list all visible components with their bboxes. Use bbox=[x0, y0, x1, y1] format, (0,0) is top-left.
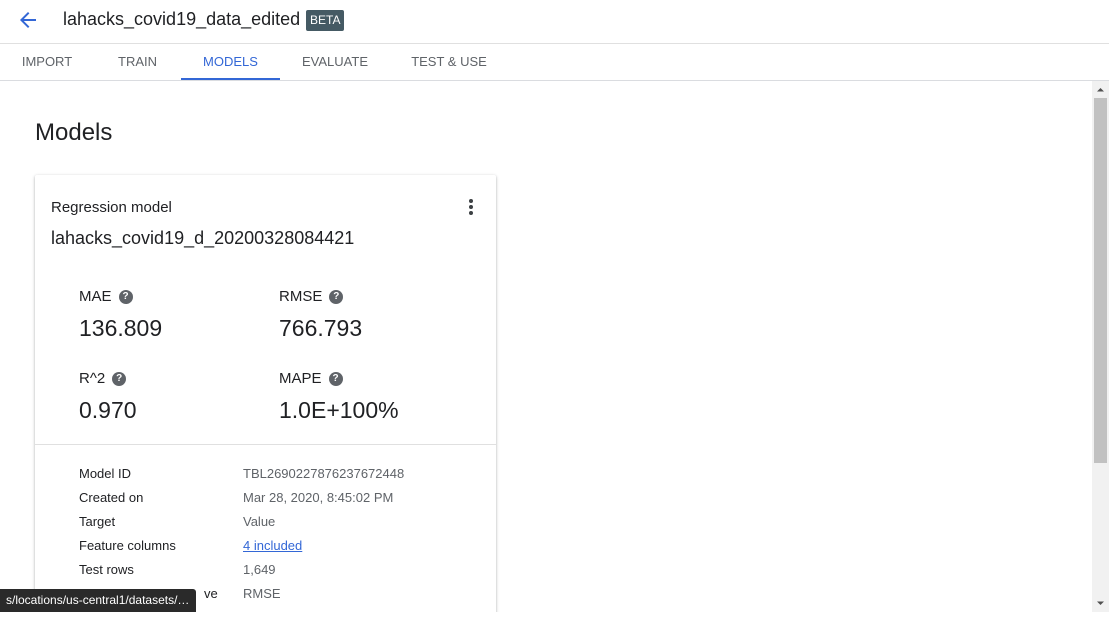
detail-label: Model ID bbox=[79, 466, 132, 481]
detail-label: Test rows bbox=[79, 562, 134, 577]
tab-import[interactable]: IMPORT bbox=[0, 44, 94, 80]
feature-columns-link[interactable]: 4 included bbox=[243, 538, 302, 553]
more-vert-icon[interactable] bbox=[461, 197, 481, 217]
metric-value: 136.809 bbox=[79, 315, 163, 341]
metric-value: 0.970 bbox=[79, 397, 137, 423]
detail-value: 1,649 bbox=[243, 562, 276, 577]
metric-mape: MAPE? 1.0E+100% bbox=[279, 370, 399, 424]
scroll-up-arrow-icon[interactable] bbox=[1092, 81, 1109, 98]
model-card: Regression model lahacks_covid19_d_20200… bbox=[35, 175, 496, 612]
app-header: lahacks_covid19_data_edited BETA bbox=[0, 0, 1109, 44]
metric-rmse: RMSE? 766.793 bbox=[279, 288, 362, 342]
help-icon[interactable]: ? bbox=[329, 289, 344, 304]
link-status-bar: s/locations/us-central1/datasets/T... bbox=[0, 589, 196, 612]
vertical-scrollbar[interactable] bbox=[1092, 81, 1109, 612]
metric-label: MAPE bbox=[279, 370, 322, 388]
help-icon[interactable]: ? bbox=[112, 371, 127, 386]
tab-evaluate[interactable]: EVALUATE bbox=[280, 44, 390, 80]
tab-train[interactable]: TRAIN bbox=[94, 44, 181, 80]
metric-label: RMSE bbox=[279, 288, 323, 306]
main-content: Models Regression model lahacks_covid19_… bbox=[0, 81, 1092, 612]
metric-value: 1.0E+100% bbox=[279, 397, 399, 423]
detail-label: Target bbox=[79, 514, 116, 529]
metric-label: MAE bbox=[79, 288, 112, 306]
tab-models[interactable]: MODELS bbox=[181, 44, 280, 80]
metric-label: R^2 bbox=[79, 370, 106, 388]
tab-test-and-use[interactable]: TEST & USE bbox=[390, 44, 508, 80]
dataset-title: lahacks_covid19_data_edited bbox=[63, 9, 301, 29]
metric-r2: R^2? 0.970 bbox=[79, 370, 137, 424]
help-icon[interactable]: ? bbox=[328, 371, 343, 386]
scroll-down-arrow-icon[interactable] bbox=[1092, 595, 1109, 612]
help-icon[interactable]: ? bbox=[118, 289, 133, 304]
model-name: lahacks_covid19_d_20200328084421 bbox=[51, 228, 355, 248]
model-type: Regression model bbox=[51, 199, 172, 216]
page-title: Models bbox=[35, 119, 113, 146]
beta-badge: BETA bbox=[306, 10, 345, 31]
metric-mae: MAE? 136.809 bbox=[79, 288, 162, 342]
scrollbar-thumb[interactable] bbox=[1094, 98, 1107, 463]
detail-value: TBL2690227876237672448 bbox=[243, 466, 405, 481]
arrow-back-icon[interactable] bbox=[14, 6, 42, 34]
detail-value: Value bbox=[243, 514, 276, 529]
detail-value: RMSE bbox=[243, 586, 281, 601]
detail-value: Mar 28, 2020, 8:45:02 PM bbox=[243, 490, 394, 505]
metric-value: 766.793 bbox=[279, 315, 363, 341]
detail-label: Feature columns bbox=[79, 538, 176, 553]
detail-label: Created on bbox=[79, 490, 144, 505]
card-divider bbox=[35, 444, 496, 445]
tab-bar: IMPORT TRAIN MODELS EVALUATE TEST & USE bbox=[0, 44, 1109, 81]
